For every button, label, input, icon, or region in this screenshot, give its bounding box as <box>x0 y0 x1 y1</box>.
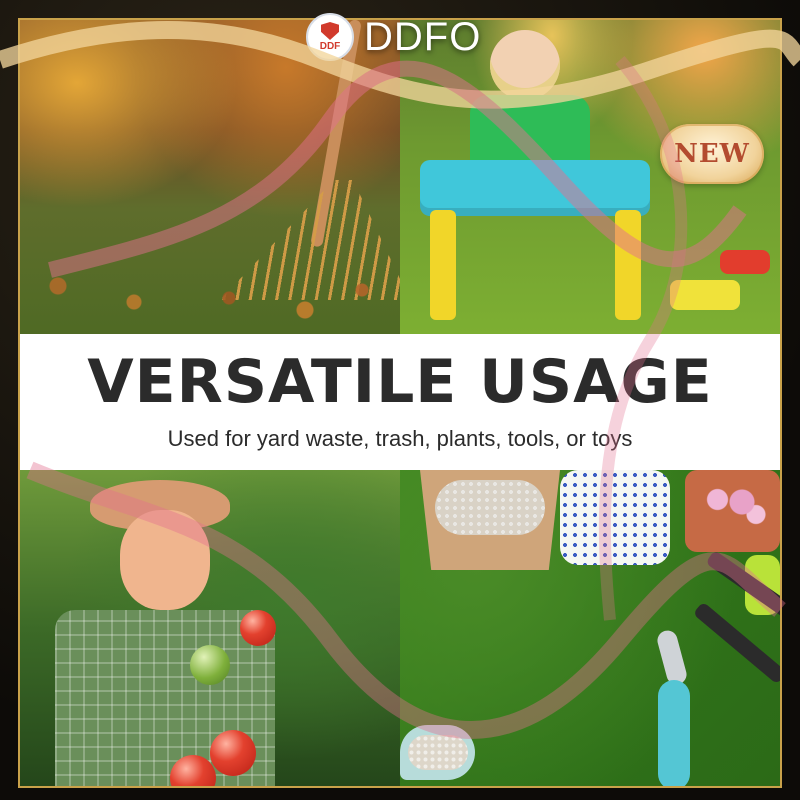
shield-icon <box>321 22 339 40</box>
tools-photo <box>400 470 780 788</box>
red-toy <box>720 250 770 274</box>
yard-waste-photo <box>20 20 400 334</box>
table-leg <box>615 210 641 320</box>
usage-banner: VERSATILE USAGE Used for yard waste, tra… <box>20 334 780 470</box>
soil-pellets <box>435 480 545 535</box>
tomato <box>240 610 276 646</box>
tomato <box>210 730 256 776</box>
new-badge-text: NEW <box>674 139 750 169</box>
pink-flowers <box>700 482 770 532</box>
green-tomato <box>190 645 230 685</box>
table-leg <box>430 210 456 320</box>
banner-subtitle: Used for yard waste, trash, plants, tool… <box>167 426 633 451</box>
new-badge: NEW <box>660 124 764 184</box>
plants-photo <box>20 470 400 788</box>
banner-title: VERSATILE USAGE <box>87 347 713 417</box>
gardener-face <box>120 510 210 610</box>
brand-header: DDF DDFO <box>306 12 496 62</box>
child-head <box>490 30 560 100</box>
pruning-shears <box>640 630 710 788</box>
brand-name: DDFO <box>364 14 482 59</box>
brand-logo: DDF <box>306 13 354 61</box>
fallen-leaves <box>20 254 400 334</box>
yellow-toy <box>670 280 740 310</box>
pellet-dish <box>400 725 475 780</box>
sand-table <box>420 160 650 216</box>
garden-gloves <box>560 470 670 565</box>
product-image: NEW VERSATILE USAGE Used for yard waste,… <box>0 0 800 800</box>
logo-text: DDF <box>319 41 341 52</box>
